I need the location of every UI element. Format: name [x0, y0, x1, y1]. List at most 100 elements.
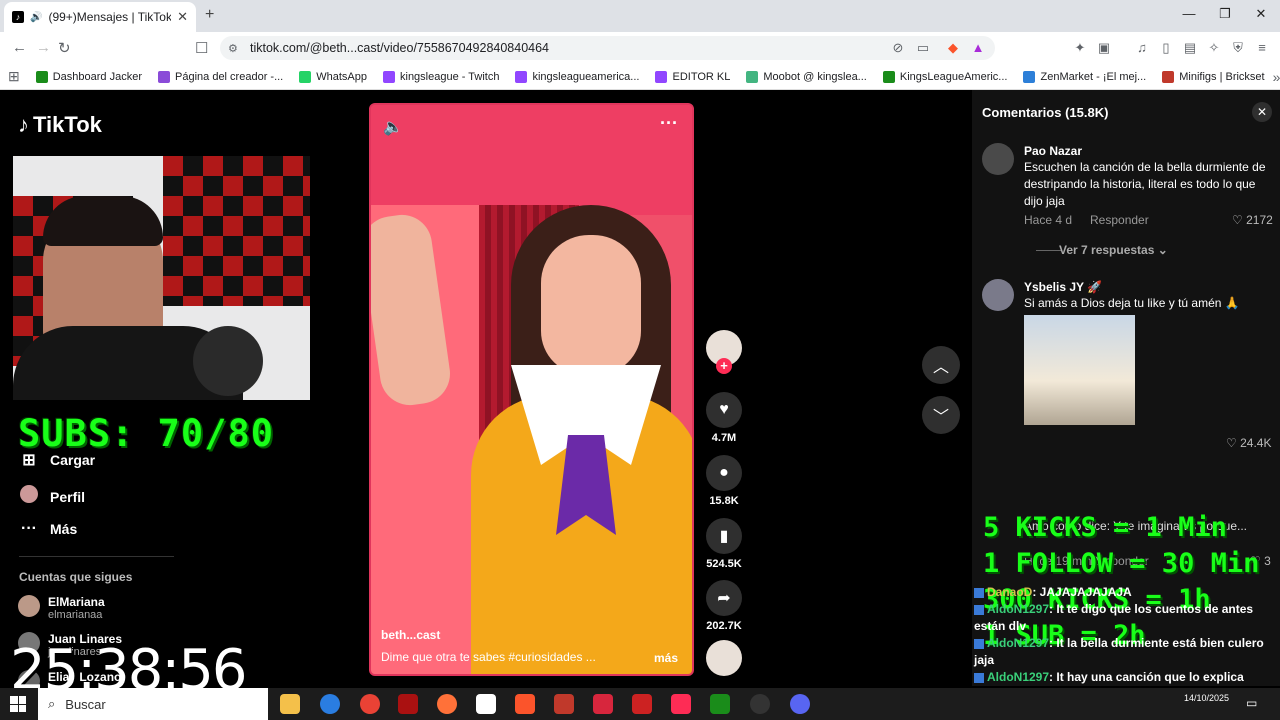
discord-icon[interactable] — [790, 694, 810, 714]
back-icon[interactable]: ← — [12, 39, 27, 56]
maps-pin-icon[interactable] — [632, 694, 652, 714]
bookmark-item[interactable]: WhatsApp — [291, 70, 375, 83]
reload-icon[interactable]: ↻ — [58, 39, 71, 57]
chrome-icon[interactable] — [360, 694, 380, 714]
comment-image[interactable] — [1024, 315, 1135, 425]
view-replies-button[interactable]: Ver 7 respuestas ⌄ — [1059, 243, 1168, 257]
comment-author[interactable]: Ysbelis JY 🚀 — [1024, 280, 1102, 294]
browser-toolbar: ← → ↻ ☐ ⚙ tiktok.com/@beth...cast/video/… — [0, 32, 1280, 64]
taskbar-search[interactable]: ⌕ Buscar — [38, 688, 268, 720]
capcut-icon[interactable] — [476, 694, 496, 714]
more-bookmarks-icon[interactable]: » — [1273, 69, 1280, 85]
person-face — [541, 235, 641, 375]
avatar[interactable] — [982, 143, 1014, 175]
more-link[interactable]: más — [654, 651, 678, 665]
browser-tab[interactable]: ♪ 🔊 (99+)Mensajes | TikTok ✕ — [4, 2, 196, 32]
notification-icon[interactable]: ▭ — [1246, 696, 1257, 710]
comment-author[interactable]: Pao Nazar — [1024, 144, 1082, 158]
windows-start-icon[interactable] — [10, 696, 26, 712]
brave-icon[interactable] — [515, 694, 535, 714]
voicemeeter-icon[interactable] — [554, 694, 574, 714]
address-bar[interactable]: ⚙ tiktok.com/@beth...cast/video/75586704… — [220, 36, 995, 60]
bookmark-item[interactable]: Moobot @ kingslea... — [738, 70, 875, 83]
bookmark-page-icon[interactable]: ☐ — [195, 39, 208, 57]
bookmark-item[interactable]: ZenMarket - ¡El mej... — [1015, 70, 1154, 83]
avatar[interactable] — [982, 279, 1014, 311]
wallet2-icon[interactable]: ▤ — [1182, 40, 1198, 56]
comment-button[interactable]: ● 15.8K — [704, 455, 744, 507]
app-icon[interactable] — [398, 694, 418, 714]
forward-icon[interactable]: → — [36, 39, 51, 56]
share-count: 202.7K — [706, 620, 742, 632]
video-player[interactable]: 🔈 ··· beth...cast Dime que otra te sabes… — [369, 103, 694, 676]
bookmark-item[interactable]: Página del creador -... — [150, 70, 291, 83]
tiktok-app-icon[interactable] — [671, 694, 691, 714]
nav-profile[interactable]: Perfil — [20, 485, 85, 508]
heart-outline-icon: ♡ — [1232, 213, 1243, 227]
chat-line: AldoN1297: It te digo que los cuentos de… — [972, 601, 1280, 635]
plus-square-icon: ⊞ — [22, 452, 36, 469]
author-avatar[interactable]: + — [704, 330, 744, 374]
bookmark-label: WhatsApp — [316, 70, 367, 83]
bookmark-item[interactable]: KingsLeagueAmeric... — [875, 70, 1016, 83]
like-button[interactable]: ♥ 4.7M — [704, 392, 744, 444]
site-info-icon[interactable]: ⚙ — [228, 42, 238, 55]
vpn-icon[interactable]: ⛨ — [1230, 40, 1246, 56]
chat-user: AldoN1297 — [987, 636, 1050, 650]
bookmark-favicon-icon — [158, 70, 171, 83]
save-button[interactable]: ▮ 524.5K — [704, 518, 744, 570]
comment-text: Si amás a Dios deja tu like y tú amén 🙏 — [1024, 296, 1240, 310]
comment-like-button[interactable]: ♡ 24.4K — [1226, 436, 1271, 450]
wallet-icon[interactable]: ▣ — [1096, 40, 1112, 56]
edge-icon[interactable] — [320, 694, 340, 714]
video-more-icon[interactable]: ··· — [660, 113, 678, 134]
bookmark-item[interactable]: Minifigs | Brickset — [1154, 70, 1272, 83]
bookmark-label: kingsleague - Twitch — [400, 70, 500, 83]
bookmark-item[interactable]: kingsleagueamerica... — [507, 70, 647, 83]
sidebar-icon[interactable]: ▯ — [1158, 40, 1174, 56]
new-tab-icon[interactable]: + — [205, 6, 214, 24]
close-tab-icon[interactable]: ✕ — [177, 9, 188, 25]
music-icon[interactable]: ♫ — [1134, 40, 1150, 56]
sound-icon[interactable]: 🔈 — [383, 117, 403, 137]
nav-more[interactable]: ··· Más — [20, 520, 77, 538]
tiktok-logo[interactable]: ♪ TikTok — [18, 112, 102, 138]
video-author[interactable]: beth...cast — [381, 628, 440, 642]
menu-icon[interactable]: ≡ — [1254, 40, 1270, 56]
close-comments-icon[interactable]: ✕ — [1252, 102, 1272, 122]
followed-account[interactable]: ElMariana elmarianaa — [18, 595, 105, 621]
comment-like-button[interactable]: ♡ 2172 — [1232, 213, 1273, 227]
bookmark-item[interactable]: EDITOR KL — [647, 70, 738, 83]
leo-icon[interactable]: ✧ — [1206, 40, 1222, 56]
reply-button[interactable]: Responder — [1090, 213, 1149, 227]
kick-app-icon[interactable] — [710, 694, 730, 714]
obs-icon[interactable] — [750, 694, 770, 714]
next-video-button[interactable]: ﹀ — [922, 396, 960, 434]
firefox-icon[interactable] — [437, 694, 457, 714]
app-icon-2[interactable] — [593, 694, 613, 714]
taskbar-clock[interactable]: 14/10/2025 — [1184, 692, 1229, 704]
bookmark-item[interactable]: kingsleague - Twitch — [375, 70, 507, 83]
restore-icon[interactable]: ❐ — [1210, 6, 1240, 22]
prev-video-button[interactable]: ︿ — [922, 346, 960, 384]
file-explorer-icon[interactable] — [280, 694, 300, 714]
cast-off-icon[interactable]: ⊘ — [890, 40, 906, 56]
chevron-up-icon: ︿ — [932, 359, 949, 376]
badge-icon — [974, 672, 984, 683]
install-icon[interactable]: ▭ — [915, 40, 931, 56]
brave-rewards-icon[interactable]: ▲ — [970, 40, 986, 56]
sound-disc[interactable] — [704, 640, 744, 676]
comment-time: Hace 4 d — [1024, 213, 1073, 227]
apps-icon[interactable]: ⊞ — [0, 68, 28, 85]
bookmarks-bar: ⊞ Dashboard Jacker Página del creador -..… — [0, 64, 1280, 90]
follow-plus-icon[interactable]: + — [716, 358, 732, 374]
nav-upload[interactable]: ⊞ Cargar — [20, 450, 95, 470]
close-window-icon[interactable]: ✕ — [1246, 6, 1276, 22]
brave-shield-icon[interactable]: ◆ — [945, 40, 961, 56]
minimize-icon[interactable]: — — [1174, 6, 1204, 21]
like-count: 4.7M — [711, 432, 737, 444]
badge-icon — [974, 604, 984, 615]
extensions-icon[interactable]: ✦ — [1072, 40, 1088, 56]
bookmark-item[interactable]: Dashboard Jacker — [28, 70, 150, 83]
share-button[interactable]: ➦ 202.7K — [704, 580, 744, 632]
